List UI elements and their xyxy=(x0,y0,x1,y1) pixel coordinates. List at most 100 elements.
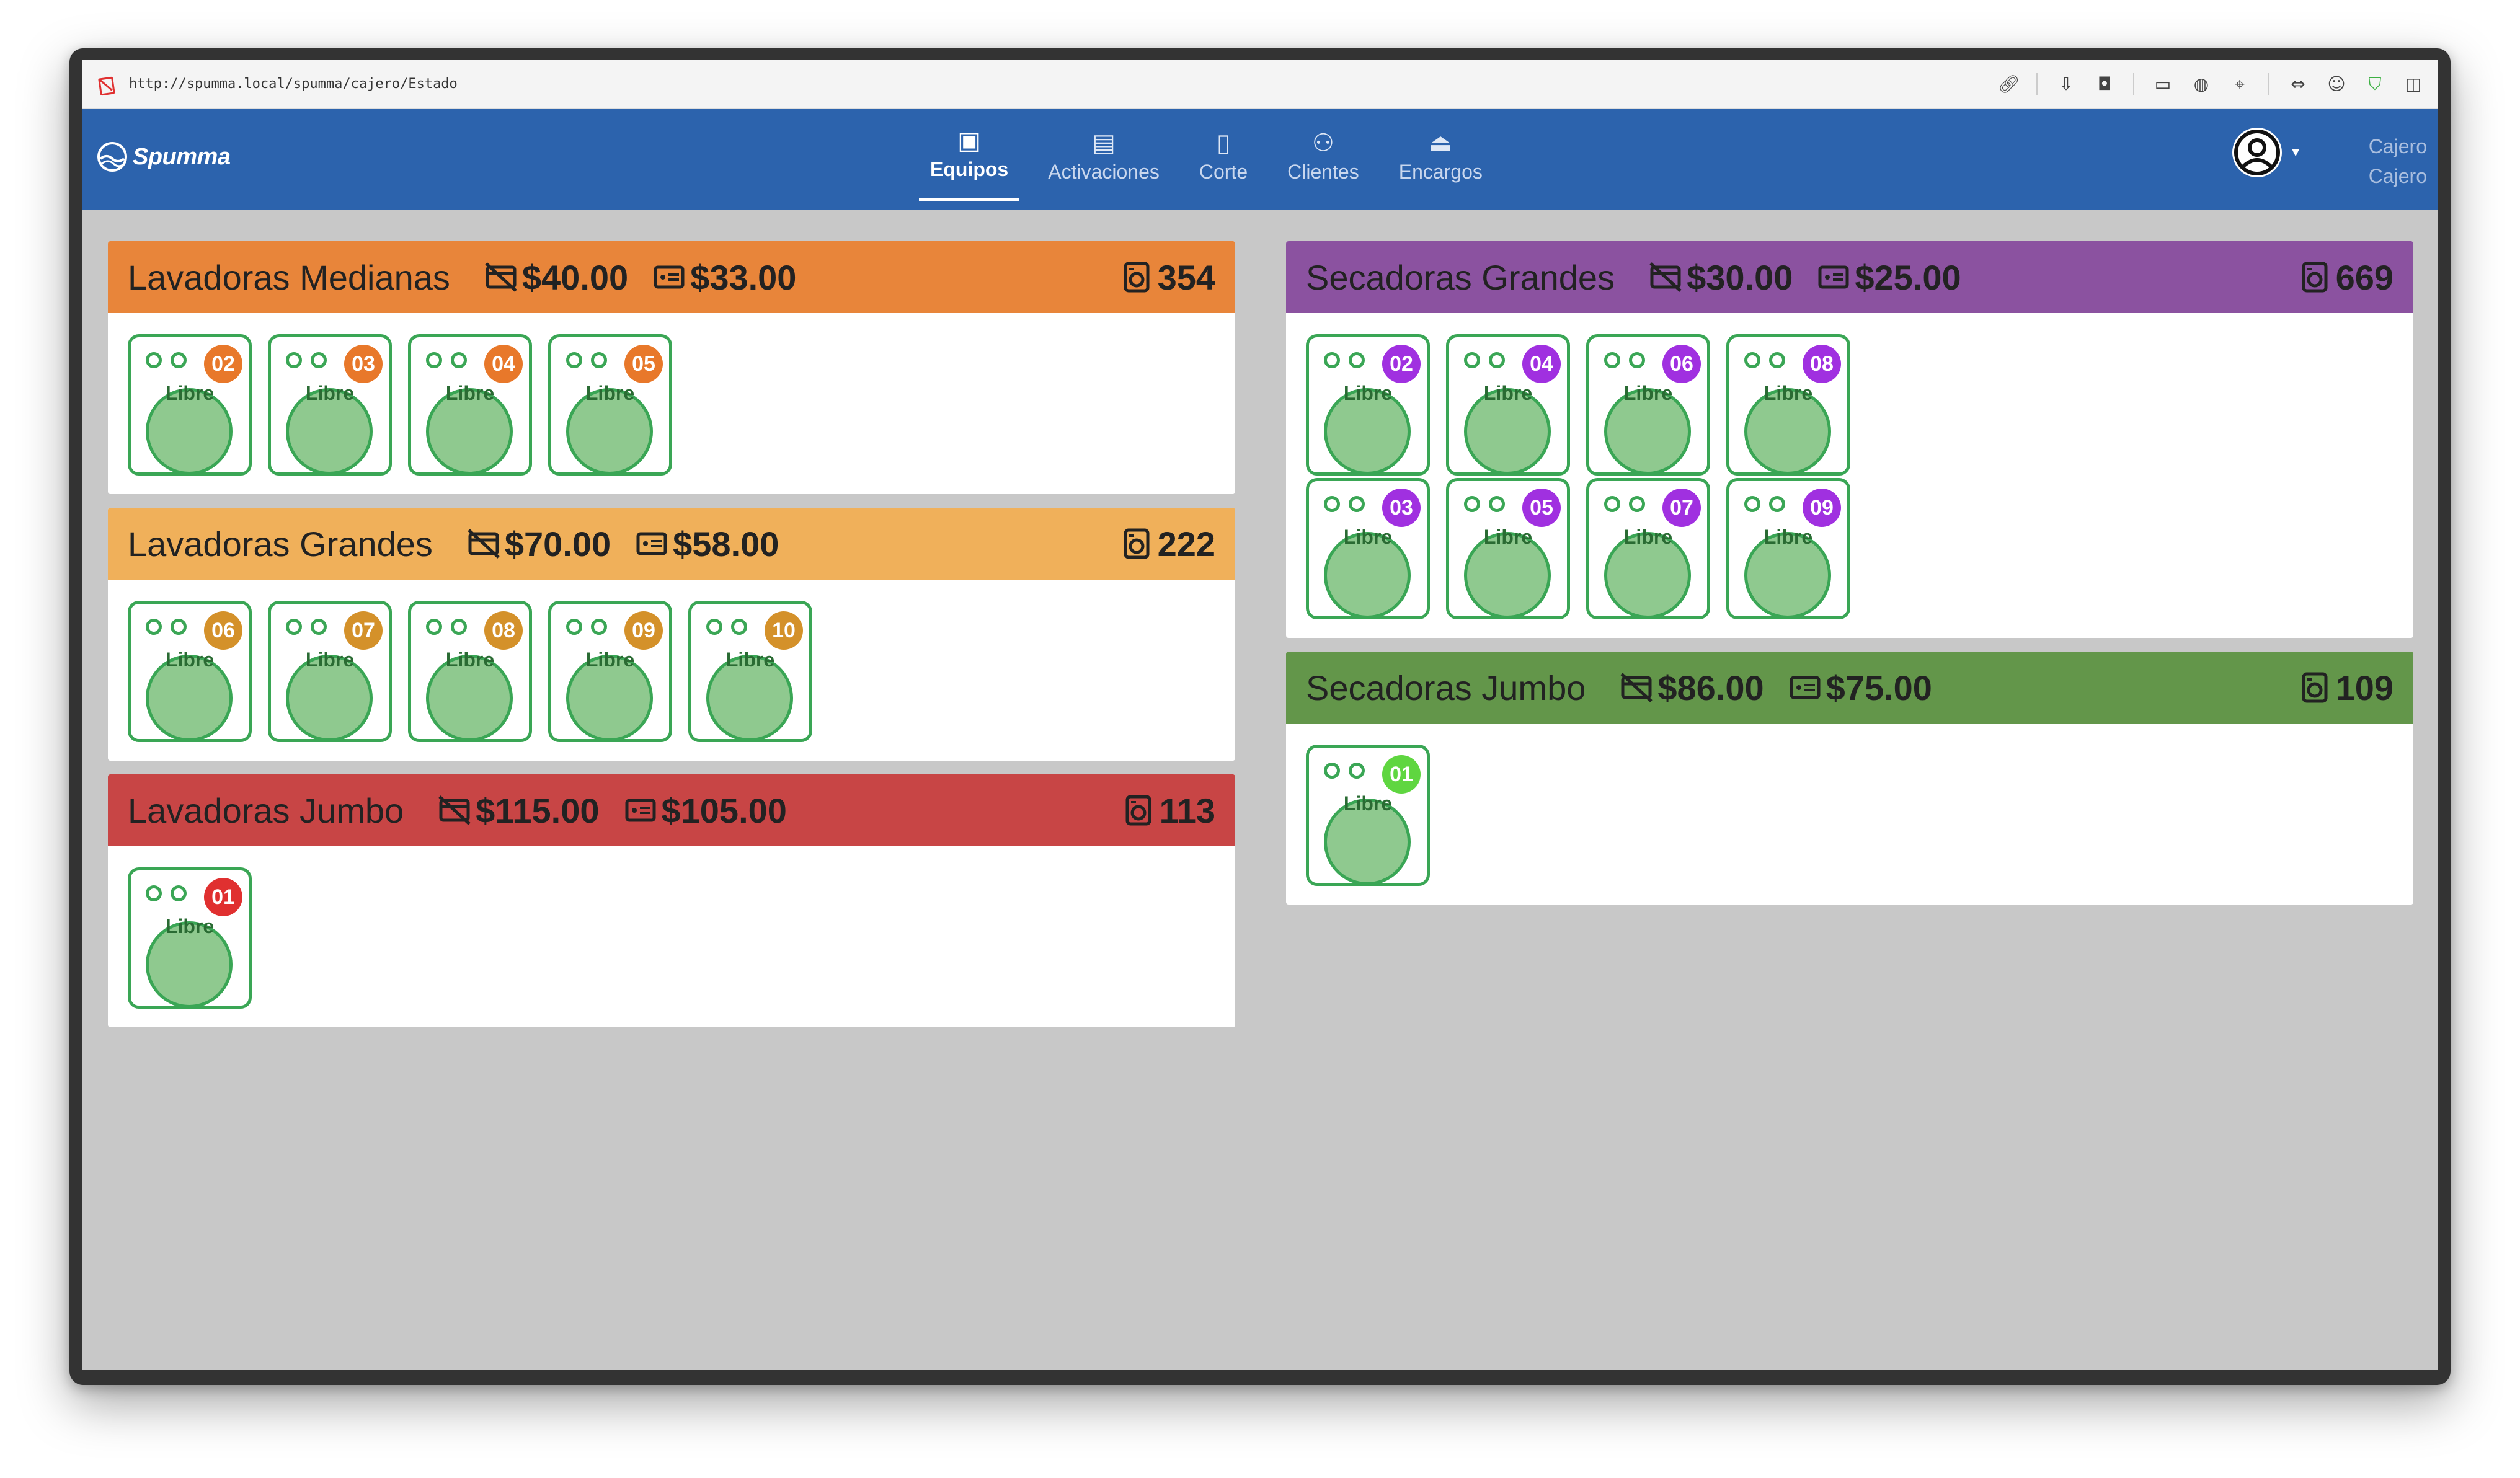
machine-number-badge: 04 xyxy=(484,345,523,383)
download-icon[interactable]: ⇩ xyxy=(2056,74,2076,94)
machine-tile[interactable]: 08 Libre xyxy=(1726,334,1850,476)
nav-label: Clientes xyxy=(1287,160,1359,183)
browser-toolbar-icons: 🔗︎ ⇩ ◘ ▭ ◍ ⌖ ⇔ ☺ ⛉ ◫ xyxy=(1998,73,2423,95)
group-title: Lavadoras Jumbo xyxy=(128,790,404,830)
indicator-light xyxy=(1489,496,1505,512)
machine-number-badge: 02 xyxy=(204,345,242,383)
face-icon[interactable]: ☺ xyxy=(2327,74,2346,94)
machine-status: Libre xyxy=(725,648,775,671)
machine-number-badge: 05 xyxy=(624,345,663,383)
indicator-light xyxy=(451,352,467,368)
machine-status: Libre xyxy=(1764,382,1813,404)
indicator-light xyxy=(171,619,187,635)
no-card-icon xyxy=(1649,262,1682,292)
url-text[interactable]: http://spumma.local/spumma/cajero/Estado xyxy=(129,76,458,92)
cycle-count: 109 xyxy=(2299,668,2394,708)
toolbar-divider xyxy=(2133,73,2134,95)
machine-tile[interactable]: 05 Libre xyxy=(1446,478,1570,619)
machine-tile[interactable]: 02 Libre xyxy=(128,334,252,476)
machine-status: Libre xyxy=(585,648,635,671)
machine-tile[interactable]: 04 Libre xyxy=(1446,334,1570,476)
nav-equipos[interactable]: ▣ Equipos xyxy=(919,109,1020,201)
washer-icon xyxy=(2302,262,2328,293)
indicator-light xyxy=(1349,496,1365,512)
indicator-light xyxy=(566,352,582,368)
camera-icon[interactable]: ◘ xyxy=(2095,74,2114,94)
toolbar-divider xyxy=(2036,73,2038,95)
machine-number-badge: 04 xyxy=(1522,345,1561,383)
machine-number-badge: 09 xyxy=(1803,489,1841,527)
brand-logo[interactable]: Spumma xyxy=(95,140,231,174)
group-lavadoras-jumbo: Lavadoras Jumbo $115.00 $105.00 113 01 L… xyxy=(108,774,1235,1027)
machine-tile[interactable]: 03 Libre xyxy=(268,334,392,476)
indicator-light xyxy=(1604,496,1620,512)
machine-tile[interactable]: 08 Libre xyxy=(408,601,532,742)
clipboard-icon: ▯ xyxy=(1216,129,1230,157)
indicator-light xyxy=(591,352,607,368)
machine-list: 02 Libre 03 Libre 04 Libre 05 Libre xyxy=(108,313,1235,494)
price-no-card: $86.00 xyxy=(1619,668,1764,708)
machine-list: 06 Libre 07 Libre 08 Libre 09 Libre 10 Libre xyxy=(108,580,1235,761)
machine-number-badge: 08 xyxy=(484,611,523,650)
price-card: $105.00 xyxy=(623,790,787,831)
machine-tile[interactable]: 01 Libre xyxy=(128,867,252,1009)
crosshair-icon[interactable]: ⌖ xyxy=(2230,74,2250,95)
machine-tile[interactable]: 03 Libre xyxy=(1306,478,1430,619)
id-card-icon xyxy=(1818,265,1849,289)
price-no-card: $70.00 xyxy=(466,524,611,564)
price-card-value: $105.00 xyxy=(661,790,787,830)
user-name: Cajero xyxy=(2368,135,2427,157)
indicator-light xyxy=(1629,352,1645,368)
globe-icon[interactable]: ◍ xyxy=(2191,74,2211,94)
user-avatar-icon[interactable] xyxy=(2232,128,2283,177)
machine-number-badge: 05 xyxy=(1522,489,1561,527)
washer-icon: ▣ xyxy=(957,127,981,154)
chevron-down-icon[interactable]: ▼ xyxy=(2289,146,2302,160)
insecure-lock-icon[interactable] xyxy=(97,76,113,92)
nav-clientes[interactable]: ⚇ Clientes xyxy=(1276,109,1370,202)
group-title: Secadoras Grandes xyxy=(1306,257,1615,297)
address-bar[interactable]: http://spumma.local/spumma/cajero/Estado… xyxy=(82,60,2438,109)
machine-tile[interactable]: 04 Libre xyxy=(408,334,532,476)
shield-icon[interactable]: ⛉ xyxy=(2365,74,2385,95)
machine-tile[interactable]: 09 Libre xyxy=(548,601,672,742)
sidebar-icon[interactable]: ◫ xyxy=(2403,74,2423,94)
indicator-light xyxy=(311,619,327,635)
cycle-count-value: 222 xyxy=(1157,524,1215,564)
machine-tile[interactable]: 06 Libre xyxy=(1586,334,1710,476)
people-icon: ⚇ xyxy=(1311,129,1334,157)
machine-tile[interactable]: 02 Libre xyxy=(1306,334,1430,476)
washer-icon xyxy=(1124,528,1150,559)
user-menu[interactable]: ▼ xyxy=(2232,128,2302,177)
terminal-icon[interactable]: ▭ xyxy=(2153,74,2173,94)
machine-tile[interactable]: 09 Libre xyxy=(1726,478,1850,619)
machine-number-badge: 07 xyxy=(344,611,383,650)
link-icon[interactable]: 🔗︎ xyxy=(1998,74,2020,94)
cycle-count-value: 669 xyxy=(2335,257,2394,297)
machine-number-badge: 07 xyxy=(1662,489,1701,527)
group-title: Lavadoras Medianas xyxy=(128,257,450,297)
nav-label: Encargos xyxy=(1398,160,1483,183)
machine-number-badge: 03 xyxy=(1382,489,1421,527)
indicator-light xyxy=(1464,352,1480,368)
machine-tile[interactable]: 01 Libre xyxy=(1306,745,1430,886)
cycle-count-value: 113 xyxy=(1159,790,1215,830)
code-icon[interactable]: ⇔ xyxy=(2288,74,2308,94)
nav-encargos[interactable]: ⏏ Encargos xyxy=(1388,109,1494,202)
machine-tile[interactable]: 07 Libre xyxy=(1586,478,1710,619)
bubbles-logo-icon xyxy=(95,140,129,174)
nav-activaciones[interactable]: ▤ Activaciones xyxy=(1037,109,1171,202)
nav-corte[interactable]: ▯ Corte xyxy=(1188,109,1259,202)
group-secadoras-jumbo: Secadoras Jumbo $86.00 $75.00 109 01 Lib… xyxy=(1286,652,2413,905)
machine-status: Libre xyxy=(445,648,495,671)
indicator-light xyxy=(591,619,607,635)
group-header: Lavadoras Grandes $70.00 $58.00 222 xyxy=(108,508,1235,580)
machine-tile[interactable]: 07 Libre xyxy=(268,601,392,742)
machine-tile[interactable]: 06 Libre xyxy=(128,601,252,742)
machine-status: Libre xyxy=(165,648,215,671)
cycle-count-value: 354 xyxy=(1157,257,1215,297)
machine-tile[interactable]: 10 Libre xyxy=(688,601,812,742)
washers-column: Lavadoras Medianas $40.00 $33.00 354 02 … xyxy=(108,241,1235,1041)
machine-tile[interactable]: 05 Libre xyxy=(548,334,672,476)
machine-status: Libre xyxy=(1623,526,1673,548)
